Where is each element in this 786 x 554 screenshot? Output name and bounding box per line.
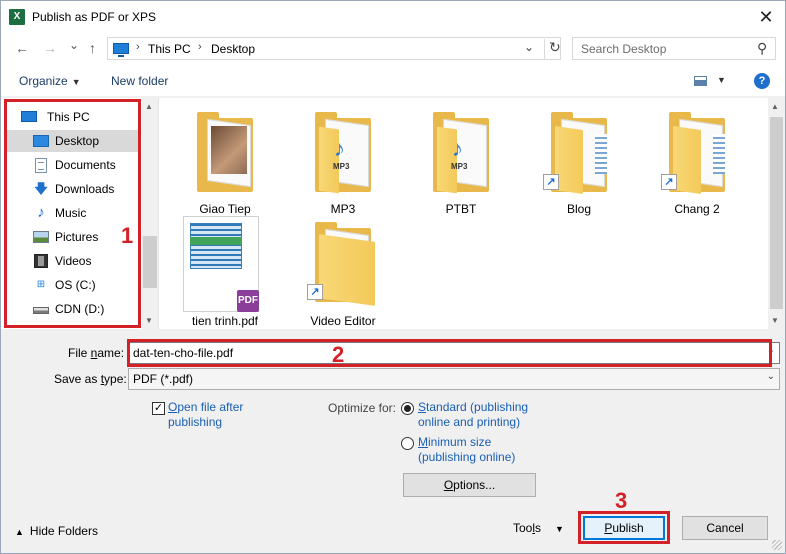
standard-label[interactable]: Standard (publishing online and printing) (418, 400, 528, 430)
address-bar[interactable]: › This PC › Desktop ⌄ ↻ (107, 37, 561, 60)
hide-folders-button[interactable]: ▲ Hide Folders (15, 524, 98, 538)
breadcrumb-separator-icon[interactable]: › (136, 41, 140, 53)
scroll-down-icon[interactable]: ▼ (771, 316, 779, 325)
scroll-up-icon[interactable]: ▲ (771, 102, 779, 111)
annotation-box-2 (127, 339, 772, 367)
chevron-down-icon[interactable]: ▼ (717, 75, 726, 85)
shortcut-arrow-icon: ↗ (661, 174, 677, 190)
chevron-down-icon[interactable]: ⌄ (524, 40, 534, 54)
file-item-blog[interactable]: ↗ Blog (529, 106, 629, 218)
resize-grip[interactable] (772, 540, 782, 550)
file-item-label: tien trinh.pdf (191, 314, 259, 328)
file-item-giao-tiep[interactable]: Giao Tiep (175, 106, 275, 218)
up-arrow-icon[interactable]: ↑ (89, 40, 96, 56)
organize-menu[interactable]: Organize ▼ (19, 74, 81, 88)
window-title: Publish as PDF or XPS (32, 10, 157, 24)
file-item-label: PTBT (445, 202, 477, 216)
optimize-for-label: Optimize for: (328, 401, 397, 415)
view-options-icon[interactable] (694, 76, 707, 86)
command-toolbar: Organize ▼ New folder ▼ ? (1, 65, 785, 97)
file-item-mp3[interactable]: ♪ MP3 MP3 (293, 106, 393, 218)
chevron-down-icon: ▼ (555, 524, 564, 534)
save-as-type-label: Save as type: (54, 372, 127, 386)
cancel-button[interactable]: Cancel (682, 516, 768, 540)
search-input[interactable]: Search Desktop ⚲ (572, 37, 776, 60)
minimum-size-label[interactable]: Minimum size (publishing online) (418, 435, 515, 465)
this-pc-icon (113, 43, 129, 57)
folder-shortcut-icon (669, 112, 731, 194)
navigation-scrollbar[interactable]: ▲ ▼ (142, 98, 158, 329)
file-list-scrollbar[interactable]: ▲ ▼ (768, 98, 785, 329)
file-item-label: MP3 (330, 202, 356, 216)
file-name-label: File name: (68, 346, 125, 360)
breadcrumb-separator-icon[interactable]: › (198, 41, 202, 53)
minimum-size-radio[interactable] (401, 437, 414, 450)
music-folder-icon: ♪ MP3 (315, 112, 377, 194)
photo-folder-icon (197, 112, 259, 192)
search-placeholder: Search Desktop (581, 42, 667, 56)
close-icon[interactable]: ✕ (753, 4, 779, 30)
breadcrumb-desktop[interactable]: Desktop (211, 42, 255, 56)
tools-menu[interactable]: Tools ▼ (513, 521, 564, 535)
back-arrow-icon[interactable]: ← (15, 40, 29, 56)
folder-shortcut-icon (315, 222, 377, 306)
search-icon[interactable]: ⚲ (757, 40, 767, 57)
options-button[interactable]: Options... (403, 473, 536, 497)
refresh-icon[interactable]: ↻ (544, 39, 561, 60)
save-as-type-select[interactable]: PDF (*.pdf) ⌄ (128, 368, 780, 390)
recent-locations-icon[interactable]: ⌄ (69, 38, 79, 52)
help-icon[interactable]: ? (754, 73, 770, 89)
publish-dialog: X Publish as PDF or XPS ✕ ← → ⌄ ↑ › This… (0, 0, 786, 554)
navigation-bar: ← → ⌄ ↑ › This PC › Desktop ⌄ ↻ Search D… (1, 33, 785, 65)
forward-arrow-icon[interactable]: → (43, 40, 57, 56)
file-item-label: Giao Tiep (199, 202, 251, 216)
file-item-ptbt[interactable]: ♪ MP3 PTBT (411, 106, 511, 218)
excel-app-icon: X (9, 9, 25, 25)
annotation-number-2: 2 (332, 342, 345, 367)
annotation-number-3: 3 (615, 488, 628, 513)
title-bar: X Publish as PDF or XPS ✕ (1, 1, 785, 33)
file-item-chang-2[interactable]: ↗ Chang 2 (647, 106, 747, 218)
chevron-down-icon: ▼ (71, 77, 81, 87)
scrollbar-thumb[interactable] (143, 236, 157, 288)
file-item-label: Video Editor (310, 314, 376, 328)
folder-shortcut-icon (551, 112, 613, 194)
save-as-type-value: PDF (*.pdf) (133, 372, 194, 386)
new-folder-button[interactable]: New folder (111, 74, 168, 88)
file-item-label: Chang 2 (674, 202, 720, 216)
file-item-tien-trinh-pdf[interactable]: PDF tien trinh.pdf (175, 216, 275, 328)
file-item-label: Blog (566, 202, 592, 216)
scrollbar-thumb[interactable] (770, 117, 783, 309)
annotation-number-1: 1 (121, 223, 134, 248)
shortcut-arrow-icon: ↗ (307, 284, 323, 300)
chevron-down-icon[interactable]: ⌄ (767, 371, 775, 382)
scroll-down-icon[interactable]: ▼ (145, 316, 153, 325)
standard-radio[interactable] (401, 402, 414, 415)
music-folder-icon: ♪ MP3 (433, 112, 495, 194)
annotation-box-1 (4, 99, 141, 328)
shortcut-arrow-icon: ↗ (543, 174, 559, 190)
breadcrumb-this-pc[interactable]: This PC (148, 42, 191, 56)
pdf-badge-icon: PDF (237, 290, 259, 312)
open-after-label[interactable]: Open file after publishing (168, 400, 243, 430)
chevron-up-icon: ▲ (15, 527, 24, 537)
annotation-box-3 (578, 511, 670, 544)
file-list-pane: Giao Tiep ♪ MP3 MP3 ♪ MP3 PTBT ↗ Blog ↗ … (158, 98, 785, 329)
file-item-video-editor[interactable]: ↗ Video Editor (293, 216, 393, 328)
scroll-up-icon[interactable]: ▲ (145, 102, 153, 111)
open-after-checkbox[interactable]: ✓ (152, 402, 165, 415)
